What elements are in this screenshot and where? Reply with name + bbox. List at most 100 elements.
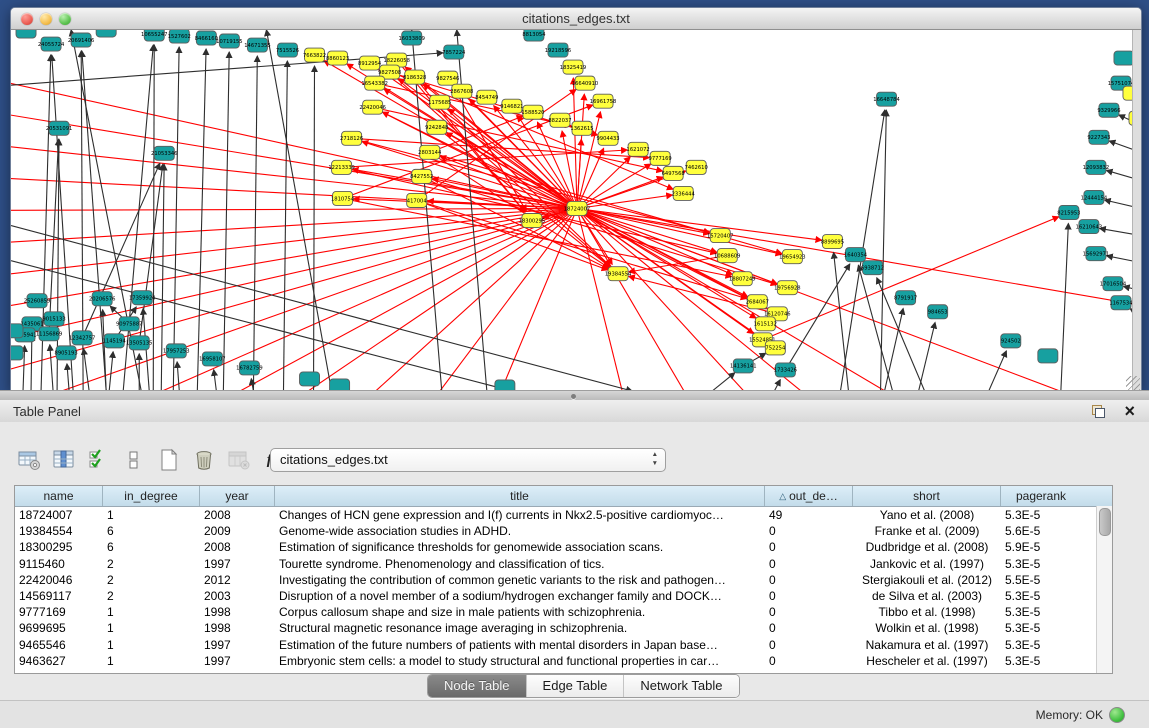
- graph-node[interactable]: [663, 166, 683, 180]
- graph-node[interactable]: [300, 372, 320, 386]
- new-column-icon[interactable]: [156, 447, 182, 473]
- graph-edge[interactable]: [629, 256, 727, 272]
- graph-node[interactable]: [928, 305, 948, 319]
- graph-node[interactable]: [239, 361, 259, 375]
- column-header-short[interactable]: short: [853, 486, 1001, 506]
- table-row[interactable]: 969969511998Structural magnetic resonanc…: [15, 620, 1112, 636]
- graph-node[interactable]: [132, 291, 152, 305]
- graph-node[interactable]: [1059, 205, 1079, 219]
- graph-node[interactable]: [129, 336, 149, 350]
- table-row[interactable]: 946554611997Estimation of the future num…: [15, 637, 1112, 653]
- tab-node-table[interactable]: Node Table: [428, 675, 527, 697]
- graph-node[interactable]: [219, 34, 239, 48]
- graph-node[interactable]: [1038, 349, 1058, 363]
- graph-node[interactable]: [427, 120, 447, 134]
- rows-icon[interactable]: [121, 447, 147, 473]
- graph-edge[interactable]: [161, 164, 164, 391]
- column-header-in_degree[interactable]: in_degree: [103, 486, 200, 506]
- graph-node[interactable]: [1079, 220, 1099, 234]
- graph-node[interactable]: [1114, 51, 1134, 65]
- graph-node[interactable]: [863, 261, 883, 275]
- graph-edge[interactable]: [919, 323, 935, 391]
- graph-node[interactable]: [550, 113, 570, 127]
- graph-node[interactable]: [360, 56, 380, 70]
- column-header-title[interactable]: title: [275, 486, 765, 506]
- graph-node[interactable]: [402, 31, 422, 45]
- table-row[interactable]: 977716911998Corpus callosum shape and si…: [15, 604, 1112, 620]
- graph-node[interactable]: [11, 346, 23, 360]
- graph-node[interactable]: [650, 151, 670, 165]
- graph-node[interactable]: [41, 37, 61, 51]
- graph-edge[interactable]: [253, 56, 257, 391]
- graph-node[interactable]: [333, 191, 353, 205]
- graph-edge[interactable]: [885, 309, 904, 391]
- graph-node[interactable]: [154, 146, 174, 160]
- graph-node[interactable]: [71, 33, 91, 47]
- graph-node[interactable]: [593, 94, 613, 108]
- graph-node[interactable]: [732, 272, 752, 286]
- network-view-window[interactable]: citations_edges.txt 24055724206914061065…: [10, 7, 1142, 392]
- network-window-titlebar[interactable]: citations_edges.txt: [11, 8, 1141, 30]
- graph-node[interactable]: [420, 145, 440, 159]
- graph-node[interactable]: [430, 95, 450, 109]
- tab-edge-table[interactable]: Edge Table: [527, 675, 625, 697]
- graph-edge[interactable]: [375, 83, 572, 126]
- graph-edge[interactable]: [109, 352, 113, 391]
- graph-edge[interactable]: [573, 78, 577, 208]
- graph-edge[interactable]: [197, 49, 206, 391]
- table-row[interactable]: 1456911722003Disruption of a novel membe…: [15, 588, 1112, 604]
- graph-node[interactable]: [502, 99, 522, 113]
- column-header-name[interactable]: name: [15, 486, 103, 506]
- graph-node[interactable]: [305, 48, 325, 62]
- table-mode-icon[interactable]: [16, 447, 42, 473]
- scrollbar-thumb[interactable]: [1099, 508, 1111, 536]
- table-row[interactable]: 946362711997Embryonic stem cells: a mode…: [15, 653, 1112, 669]
- graph-node[interactable]: [1086, 247, 1106, 261]
- graph-node[interactable]: [575, 76, 595, 90]
- table-row[interactable]: 911546021997Tourette syndrome. Phenomeno…: [15, 556, 1112, 572]
- delete-column-icon[interactable]: [191, 447, 217, 473]
- graph-node[interactable]: [328, 51, 348, 65]
- graph-edge[interactable]: [314, 66, 315, 391]
- graph-node[interactable]: [56, 346, 76, 360]
- graph-node[interactable]: [822, 235, 842, 249]
- graph-node[interactable]: [119, 317, 139, 331]
- graph-node[interactable]: [522, 214, 542, 228]
- graph-edge[interactable]: [173, 47, 179, 391]
- graph-node[interactable]: [444, 45, 464, 59]
- graph-node[interactable]: [452, 84, 472, 98]
- graph-node[interactable]: [608, 267, 628, 281]
- graph-edge[interactable]: [11, 208, 577, 210]
- graph-edge[interactable]: [989, 351, 1007, 391]
- graph-edge[interactable]: [266, 30, 331, 391]
- graph-node[interactable]: [710, 229, 730, 243]
- graph-node[interactable]: [548, 43, 568, 57]
- table-row[interactable]: 1938455462009Genome-wide association stu…: [15, 523, 1112, 539]
- graph-edge[interactable]: [214, 370, 217, 391]
- graph-node[interactable]: [1111, 296, 1131, 310]
- graph-node[interactable]: [332, 160, 352, 174]
- graph-edge[interactable]: [153, 45, 154, 391]
- column-header-out_de[interactable]: △out_de…: [765, 486, 853, 506]
- graph-node[interactable]: [1086, 160, 1106, 174]
- float-panel-icon[interactable]: [1092, 405, 1105, 418]
- graph-node[interactable]: [407, 193, 427, 207]
- graph-node[interactable]: [765, 341, 785, 355]
- graph-edge[interactable]: [472, 208, 577, 391]
- table-source-dropdown[interactable]: citations_edges.txt ▲▼: [270, 448, 666, 472]
- graph-node[interactable]: [523, 105, 543, 119]
- splitter-handle-icon[interactable]: [571, 394, 576, 399]
- graph-node[interactable]: [777, 281, 797, 295]
- graph-node[interactable]: [598, 131, 618, 145]
- graph-node[interactable]: [202, 352, 222, 366]
- graph-edge[interactable]: [577, 164, 651, 208]
- graph-edge[interactable]: [577, 208, 712, 391]
- graph-edge[interactable]: [373, 107, 663, 171]
- graph-edge[interactable]: [31, 335, 32, 391]
- graph-node[interactable]: [363, 100, 383, 114]
- graph-node[interactable]: [733, 359, 753, 373]
- graph-edge[interactable]: [231, 208, 577, 391]
- graph-node[interactable]: [342, 131, 362, 145]
- graph-edge[interactable]: [223, 52, 229, 391]
- graph-node[interactable]: [896, 291, 916, 305]
